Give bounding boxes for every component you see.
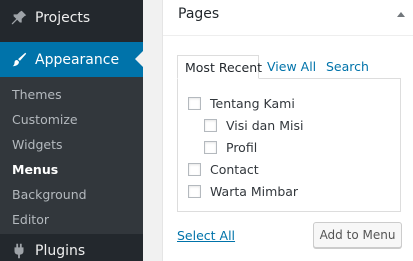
page-item-label: Visi dan Misi bbox=[226, 117, 304, 133]
add-to-menu-button[interactable]: Add to Menu bbox=[313, 222, 402, 248]
postbox-header[interactable]: Pages bbox=[163, 0, 413, 36]
submenu-customize[interactable]: Customize bbox=[0, 107, 143, 132]
page-item-label: Tentang Kami bbox=[210, 95, 295, 111]
select-all-link[interactable]: Select All bbox=[177, 228, 235, 243]
page-item-warta-mimbar[interactable]: Warta Mimbar bbox=[188, 181, 298, 201]
menu-appearance-label: Appearance bbox=[35, 51, 120, 68]
page-checkbox[interactable] bbox=[188, 162, 201, 176]
page-checkbox[interactable] bbox=[188, 184, 201, 198]
page-item-label: Contact bbox=[210, 161, 259, 177]
page-item-label: Profil bbox=[226, 139, 258, 155]
page-item-contact[interactable]: Contact bbox=[188, 159, 259, 179]
page-item-profil[interactable]: Profil bbox=[204, 137, 257, 157]
appearance-submenu: Themes Customize Widgets Menus Backgroun… bbox=[0, 77, 143, 234]
caret-up-icon[interactable] bbox=[397, 12, 405, 17]
tab-view-all[interactable]: View All bbox=[267, 55, 316, 79]
menu-appearance[interactable]: Appearance bbox=[0, 42, 143, 77]
postbox-title: Pages bbox=[178, 6, 220, 22]
page-checkbox[interactable] bbox=[204, 118, 217, 132]
admin-sidebar: Projects Appearance Themes Customize Wid… bbox=[0, 0, 143, 261]
menu-plugins[interactable]: Plugins bbox=[0, 236, 143, 261]
pages-postbox: Pages Most Recent View All Search Tentan… bbox=[162, 0, 413, 261]
page-item-tentang-kami[interactable]: Tentang Kami bbox=[188, 93, 295, 113]
submenu-themes[interactable]: Themes bbox=[0, 82, 143, 107]
page-checkbox[interactable] bbox=[188, 96, 201, 110]
brush-icon bbox=[9, 50, 29, 70]
plug-icon bbox=[9, 241, 29, 261]
most-recent-panel: Tentang Kami Visi dan Misi Profil Contac… bbox=[177, 78, 401, 212]
pin-icon bbox=[9, 8, 29, 28]
submenu-menus[interactable]: Menus bbox=[0, 157, 143, 182]
menu-projects-label: Projects bbox=[35, 10, 91, 26]
menu-plugins-label: Plugins bbox=[35, 243, 86, 259]
tab-most-recent[interactable]: Most Recent bbox=[177, 55, 262, 79]
menu-projects[interactable]: Projects bbox=[0, 1, 143, 35]
submenu-editor[interactable]: Editor bbox=[0, 207, 143, 232]
page-item-label: Warta Mimbar bbox=[210, 183, 299, 199]
page-checkbox[interactable] bbox=[204, 140, 217, 154]
submenu-background[interactable]: Background bbox=[0, 182, 143, 207]
tab-search[interactable]: Search bbox=[326, 55, 369, 79]
submenu-widgets[interactable]: Widgets bbox=[0, 132, 143, 157]
page-item-visi-dan-misi[interactable]: Visi dan Misi bbox=[204, 115, 303, 135]
